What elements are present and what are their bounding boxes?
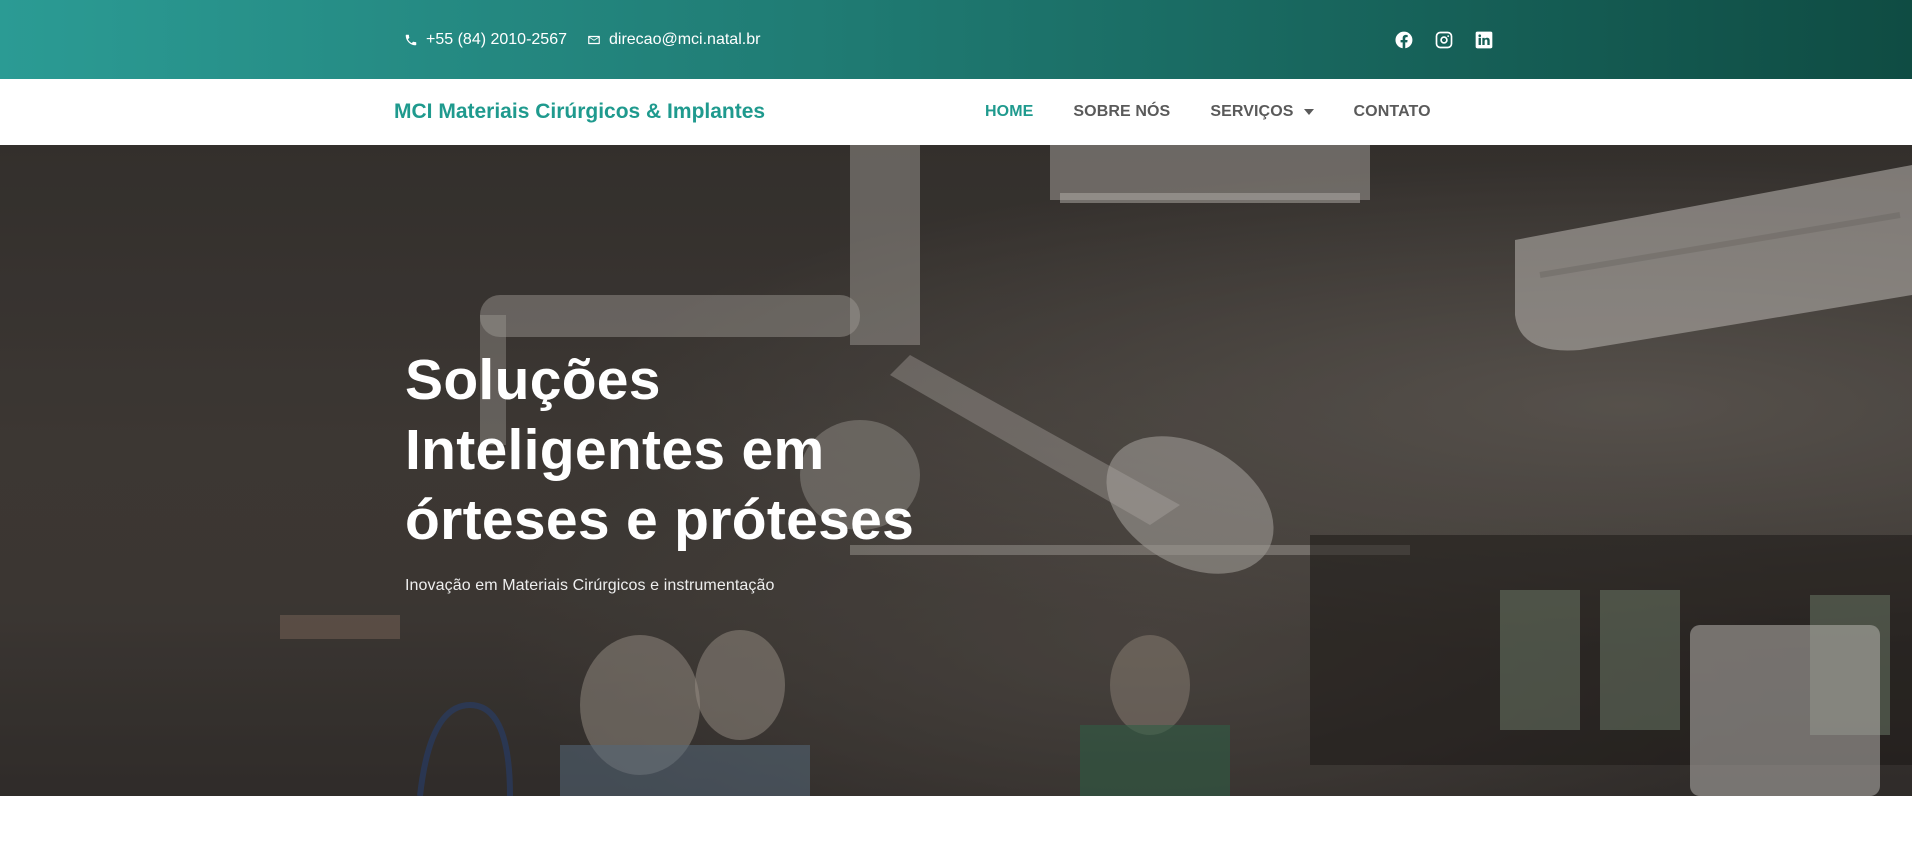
main-navbar: MCI Materiais Cirúrgicos & Implantes HOM… <box>0 79 1912 145</box>
caret-down-icon <box>1303 109 1314 115</box>
email-link[interactable]: direcao@mci.natal.br <box>587 31 760 49</box>
phone-icon <box>405 34 417 45</box>
hero-content: Soluções Inteligentes em órteses e próte… <box>405 345 965 595</box>
nav-item-label: SOBRE NÓS <box>1073 103 1171 120</box>
nav-item-contato[interactable]: CONTATO <box>1354 103 1431 121</box>
envelope-icon <box>588 35 600 44</box>
hero-title-line: órteses e próteses <box>405 488 915 552</box>
hero-subtitle: Inovação em Materiais Cirúrgicos e instr… <box>405 577 775 594</box>
nav-item-sobre-nos[interactable]: SOBRE NÓS <box>1073 103 1170 121</box>
nav-item-label: CONTATO <box>1353 103 1431 120</box>
hero-title-line: Soluções <box>405 348 661 412</box>
instagram-icon[interactable] <box>1434 30 1454 50</box>
facebook-icon[interactable] <box>1394 30 1414 50</box>
nav-item-home[interactable]: HOME <box>985 103 1033 121</box>
nav-item-servicos[interactable]: SERVIÇOS <box>1210 103 1314 121</box>
email-text: direcao@mci.natal.br <box>609 30 761 48</box>
phone-link[interactable]: +55 (84) 2010-2567 <box>404 31 567 49</box>
social-links <box>1394 0 1494 79</box>
contact-info: +55 (84) 2010-2567 direcao@mci.natal.br <box>404 0 760 79</box>
nav-item-label: HOME <box>985 103 1034 120</box>
site-brand-link[interactable]: MCI Materiais Cirúrgicos & Implantes <box>394 79 765 145</box>
hero-title: Soluções Inteligentes em órteses e próte… <box>405 345 965 555</box>
main-menu: HOME SOBRE NÓS SERVIÇOS CONTATO <box>985 79 1431 145</box>
nav-item-label: SERVIÇOS <box>1210 103 1294 120</box>
linkedin-icon[interactable] <box>1474 30 1494 50</box>
top-contact-bar: +55 (84) 2010-2567 direcao@mci.natal.br <box>0 0 1912 79</box>
hero-title-line: Inteligentes em <box>405 418 825 482</box>
hero-section: Soluções Inteligentes em órteses e próte… <box>0 145 1912 796</box>
page-content-below-hero <box>0 796 1912 842</box>
phone-text: +55 (84) 2010-2567 <box>426 30 567 48</box>
